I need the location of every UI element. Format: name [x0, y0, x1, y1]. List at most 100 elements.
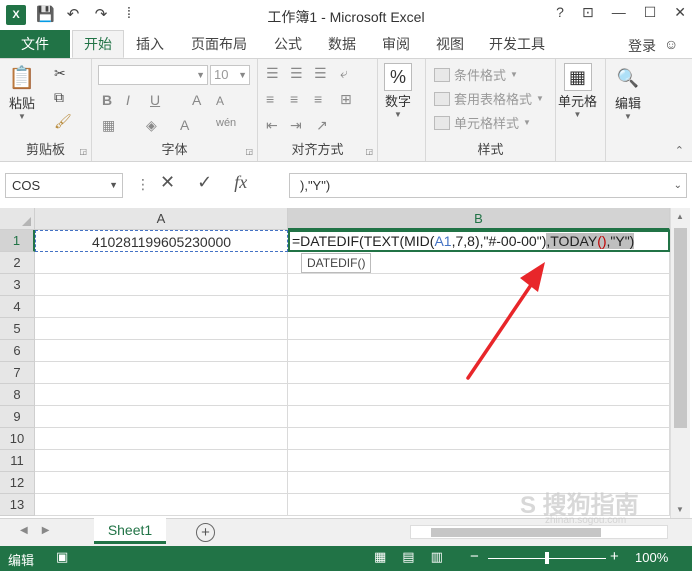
merge-center-icon[interactable]: ⊞	[340, 91, 352, 108]
row-header[interactable]: 9	[0, 406, 35, 428]
wrap-text-icon[interactable]: ⤶	[340, 65, 348, 82]
tab-view[interactable]: 视图	[428, 30, 472, 58]
italic-button[interactable]: I	[126, 92, 130, 108]
insert-function-button[interactable]: fx	[234, 172, 247, 193]
cell[interactable]	[35, 274, 288, 296]
cell[interactable]	[288, 406, 670, 428]
number-format-button[interactable]: % 数字 ▼	[384, 63, 412, 119]
row-header[interactable]: 12	[0, 472, 35, 494]
cell[interactable]	[288, 428, 670, 450]
maximize-button[interactable]: ☐	[644, 4, 657, 21]
grow-font-button[interactable]: A	[192, 92, 201, 108]
row-header[interactable]: 5	[0, 318, 35, 340]
cell[interactable]	[35, 340, 288, 362]
format-painter-icon[interactable]: 🖌	[54, 113, 72, 130]
add-sheet-button[interactable]: +	[196, 523, 215, 542]
row-header[interactable]: 3	[0, 274, 35, 296]
sign-in-link[interactable]: 登录	[628, 36, 656, 56]
conditional-formatting-button[interactable]: 条件格式 ▼	[434, 65, 518, 84]
cell-a1[interactable]: 410281199605230000	[35, 230, 288, 252]
bottom-align-icon[interactable]: ☰	[314, 65, 327, 82]
row-header[interactable]: 7	[0, 362, 35, 384]
cancel-icon[interactable]: ✕	[160, 172, 175, 193]
user-icon[interactable]: ☺	[664, 36, 682, 52]
page-break-view-icon[interactable]: ▥	[431, 549, 443, 565]
cell[interactable]	[288, 274, 670, 296]
page-layout-view-icon[interactable]: ▤	[402, 549, 414, 565]
copy-icon[interactable]: ⧉	[54, 89, 64, 106]
dialog-launcher-icon[interactable]: ◲	[245, 147, 253, 156]
cell[interactable]	[35, 384, 288, 406]
row-header[interactable]: 6	[0, 340, 35, 362]
fill-color-icon[interactable]: ◈	[146, 117, 157, 134]
font-size-combo[interactable]: 10 ▼	[210, 65, 250, 85]
editing-button[interactable]: 🔍 编辑 ▼	[612, 63, 644, 122]
tab-page-layout[interactable]: 页面布局	[184, 30, 254, 58]
row-header[interactable]: 13	[0, 494, 35, 516]
scroll-up-icon[interactable]: ▲	[676, 212, 684, 221]
cell[interactable]	[35, 450, 288, 472]
increase-indent-icon[interactable]: ⇥	[290, 117, 302, 134]
close-button[interactable]: ✕	[674, 4, 686, 21]
zoom-slider-thumb[interactable]	[545, 552, 549, 564]
dialog-launcher-icon[interactable]: ◲	[79, 147, 87, 156]
name-box[interactable]: COS ▼	[5, 173, 123, 198]
cut-icon[interactable]: ✂	[54, 65, 66, 82]
format-as-table-button[interactable]: 套用表格格式 ▼	[434, 89, 544, 108]
chevron-down-icon[interactable]: ⌄	[674, 174, 682, 197]
cell[interactable]	[288, 362, 670, 384]
cell[interactable]	[288, 318, 670, 340]
cell-b1[interactable]: =DATEDIF(TEXT(MID(A1,7,8),"#-00-00"),TOD…	[288, 230, 670, 252]
cell-styles-button[interactable]: 单元格样式 ▼	[434, 113, 531, 132]
tab-home[interactable]: 开始	[72, 30, 124, 58]
align-left-icon[interactable]: ≡	[266, 91, 274, 107]
cell[interactable]	[35, 252, 288, 274]
horizontal-scroll-thumb[interactable]	[431, 528, 601, 537]
cell[interactable]	[35, 494, 288, 516]
cell[interactable]	[35, 296, 288, 318]
tab-file[interactable]: 文件	[0, 30, 70, 58]
font-name-combo[interactable]: ▼	[98, 65, 208, 85]
tab-formulas[interactable]: 公式	[266, 30, 310, 58]
cell[interactable]	[35, 472, 288, 494]
horizontal-scrollbar[interactable]	[410, 525, 668, 539]
row-header[interactable]: 8	[0, 384, 35, 406]
cells-button[interactable]: ▦ 单元格 ▼	[558, 63, 597, 119]
row-header[interactable]: 4	[0, 296, 35, 318]
vertical-scroll-thumb[interactable]	[674, 228, 687, 428]
borders-icon[interactable]: ▦	[102, 117, 115, 134]
column-header-a[interactable]: A	[35, 208, 288, 230]
next-sheet-icon[interactable]: ▶	[42, 525, 50, 536]
middle-align-icon[interactable]: ☰	[290, 65, 303, 82]
cell[interactable]	[288, 340, 670, 362]
minimize-button[interactable]: —	[612, 4, 626, 21]
zoom-out-button[interactable]: −	[470, 548, 479, 565]
cell[interactable]	[35, 428, 288, 450]
bold-button[interactable]: B	[102, 92, 112, 108]
macro-record-icon[interactable]: ▣	[56, 549, 68, 565]
ribbon-display-options-button[interactable]: ⊡	[582, 4, 594, 21]
tab-developer[interactable]: 开发工具	[482, 30, 552, 58]
decrease-indent-icon[interactable]: ⇤	[266, 117, 278, 134]
cell[interactable]	[35, 362, 288, 384]
help-button[interactable]: ?	[556, 4, 564, 21]
font-color-button[interactable]: A	[180, 117, 189, 133]
paste-button[interactable]: 📋 粘贴 ▼	[6, 63, 38, 121]
row-header[interactable]: 11	[0, 450, 35, 472]
select-all-button[interactable]	[0, 208, 35, 230]
scroll-down-icon[interactable]: ▼	[676, 505, 684, 514]
cell[interactable]	[35, 406, 288, 428]
enter-icon[interactable]: ✓	[197, 172, 212, 193]
orientation-icon[interactable]: ↗	[316, 117, 328, 134]
cell[interactable]	[288, 384, 670, 406]
cell[interactable]	[288, 296, 670, 318]
function-tooltip[interactable]: DATEDIF()	[301, 253, 372, 273]
collapse-ribbon-icon[interactable]: ⌃	[675, 144, 684, 157]
row-header[interactable]: 2	[0, 252, 35, 274]
tab-data[interactable]: 数据	[320, 30, 364, 58]
cell[interactable]	[288, 450, 670, 472]
dialog-launcher-icon[interactable]: ◲	[365, 147, 373, 156]
phonetic-button[interactable]: wén	[216, 117, 236, 129]
align-center-icon[interactable]: ≡	[290, 91, 298, 107]
formula-input[interactable]: ),"Y") ⌄	[289, 173, 687, 198]
